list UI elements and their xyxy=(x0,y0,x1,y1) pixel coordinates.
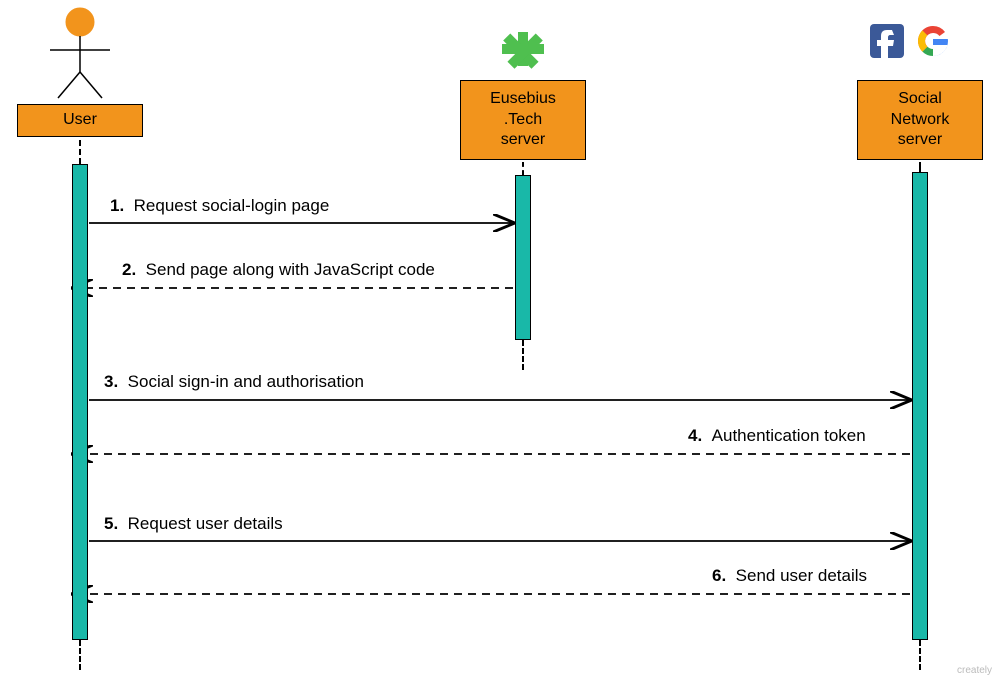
activation-social xyxy=(912,172,928,640)
msg2-label: 2. Send page along with JavaScript code xyxy=(122,260,435,280)
lifeline-user-bottom xyxy=(79,640,81,670)
facebook-icon xyxy=(870,24,904,58)
msg1-label: 1. Request social-login page xyxy=(110,196,329,216)
msg3-label: 3. Social sign-in and authorisation xyxy=(104,372,364,392)
participant-server: Eusebius .Tech server xyxy=(460,80,586,160)
msg6-label: 6. Send user details xyxy=(712,566,867,586)
watermark: creately xyxy=(957,665,992,676)
sequence-diagram: User Eusebius .Tech server Social Networ… xyxy=(0,0,1000,680)
msg4-label: 4. Authentication token xyxy=(688,426,866,446)
google-icon xyxy=(915,23,951,59)
participant-social: Social Network server xyxy=(857,80,983,160)
lifeline-social-top xyxy=(919,162,921,172)
asterisk-icon xyxy=(502,32,544,69)
lifeline-server-bottom xyxy=(522,340,524,370)
msg5-label: 5. Request user details xyxy=(104,514,283,534)
lifeline-server-top xyxy=(522,162,524,175)
activation-server xyxy=(515,175,531,340)
participant-user: User xyxy=(17,104,143,137)
activation-user xyxy=(72,164,88,640)
lifeline-social-bottom xyxy=(919,640,921,670)
user-icon xyxy=(50,8,110,98)
lifeline-user-top xyxy=(79,140,81,164)
